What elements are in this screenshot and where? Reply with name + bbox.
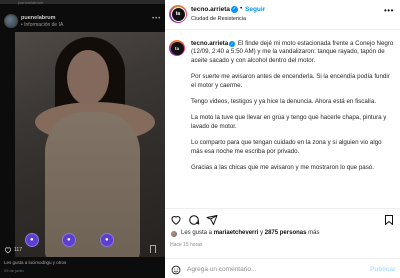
liker-username[interactable]: mariaetcheverri — [214, 230, 259, 236]
background-feed: juanmelabrum puenelabrum • Información d… — [0, 0, 165, 278]
verified-icon: ✓ — [231, 6, 238, 13]
liker-avatar[interactable] — [170, 230, 178, 238]
feed-avatar[interactable] — [4, 14, 18, 28]
action-bar — [165, 208, 400, 230]
share-icon[interactable] — [206, 214, 218, 226]
dot-separator: • — [240, 5, 243, 12]
caption-username[interactable]: tecno.arrieta — [191, 40, 228, 47]
caption-paragraph: Por suerte me avisaron antes de encender… — [191, 73, 390, 89]
caption-paragraph: Lo comparto para que tengan cuidado en l… — [191, 139, 382, 155]
feed-bookmark-icon[interactable] — [150, 245, 156, 253]
avatar[interactable]: ta — [169, 5, 187, 23]
more-icon[interactable]: ••• — [384, 6, 394, 15]
feed-more-icon[interactable]: ••• — [152, 16, 161, 22]
post-timestamp: Hace 15 horas — [170, 242, 203, 248]
feed-actions: 117 — [0, 243, 165, 257]
feed-post-image — [15, 32, 165, 257]
feed-post-header: puenelabrum • Información de IA ••• — [0, 12, 165, 32]
likes-row: Les gusta a mariaetcheverri y 2875 perso… — [165, 229, 400, 241]
post-username[interactable]: tecno.arrieta — [191, 6, 230, 13]
caption-avatar[interactable]: ta — [169, 40, 185, 56]
comment-input[interactable] — [187, 263, 357, 276]
post-modal: ta tecno.arrieta ✓ • Seguir Ciudad de Re… — [165, 0, 400, 278]
post-location[interactable]: Ciudad de Resistencia — [191, 16, 246, 22]
avatar-logo: ta — [171, 7, 185, 21]
modal-overlay-shade — [15, 32, 165, 257]
caption-paragraph: Tengo videos, testigos y ya hice la denu… — [191, 98, 377, 106]
caption-paragraph: La moto la tuve que llevar en grúa y ten… — [191, 114, 387, 130]
feed-top-text: juanmelabrum — [18, 0, 44, 5]
publish-button[interactable]: Publicar — [370, 266, 396, 273]
verified-icon: ✓ — [229, 41, 236, 47]
comment-icon[interactable] — [188, 214, 200, 226]
heart-icon[interactable] — [170, 214, 182, 226]
feed-liked-by: Les gusta a lucimodrigu y otros — [4, 260, 67, 265]
comment-bar: Publicar — [165, 258, 400, 278]
feed-date: 29 de junio — [4, 268, 24, 273]
bookmark-icon[interactable] — [383, 214, 395, 226]
follow-button[interactable]: Seguir — [245, 6, 265, 13]
caption-paragraph: Gracias a las chicas que me avisaron y m… — [191, 164, 374, 172]
feed-location[interactable]: • Información de IA — [21, 22, 63, 28]
feed-likes-count: 117 — [14, 247, 22, 253]
caption-paragraph: tecno.arrieta ✓ El finde dejé mi moto est… — [191, 40, 394, 64]
likes-count[interactable]: 2875 personas — [265, 230, 307, 236]
feed-username[interactable]: puenelabrum — [21, 15, 56, 21]
feed-heart-icon[interactable] — [4, 246, 12, 254]
emoji-icon[interactable] — [171, 265, 181, 275]
post-header: ta tecno.arrieta ✓ • Seguir Ciudad de Re… — [165, 0, 400, 30]
caption-area: ta tecno.arrieta ✓ El finde dejé mi moto … — [165, 32, 400, 204]
likes-text[interactable]: Les gusta a mariaetcheverri y 2875 perso… — [181, 230, 319, 236]
